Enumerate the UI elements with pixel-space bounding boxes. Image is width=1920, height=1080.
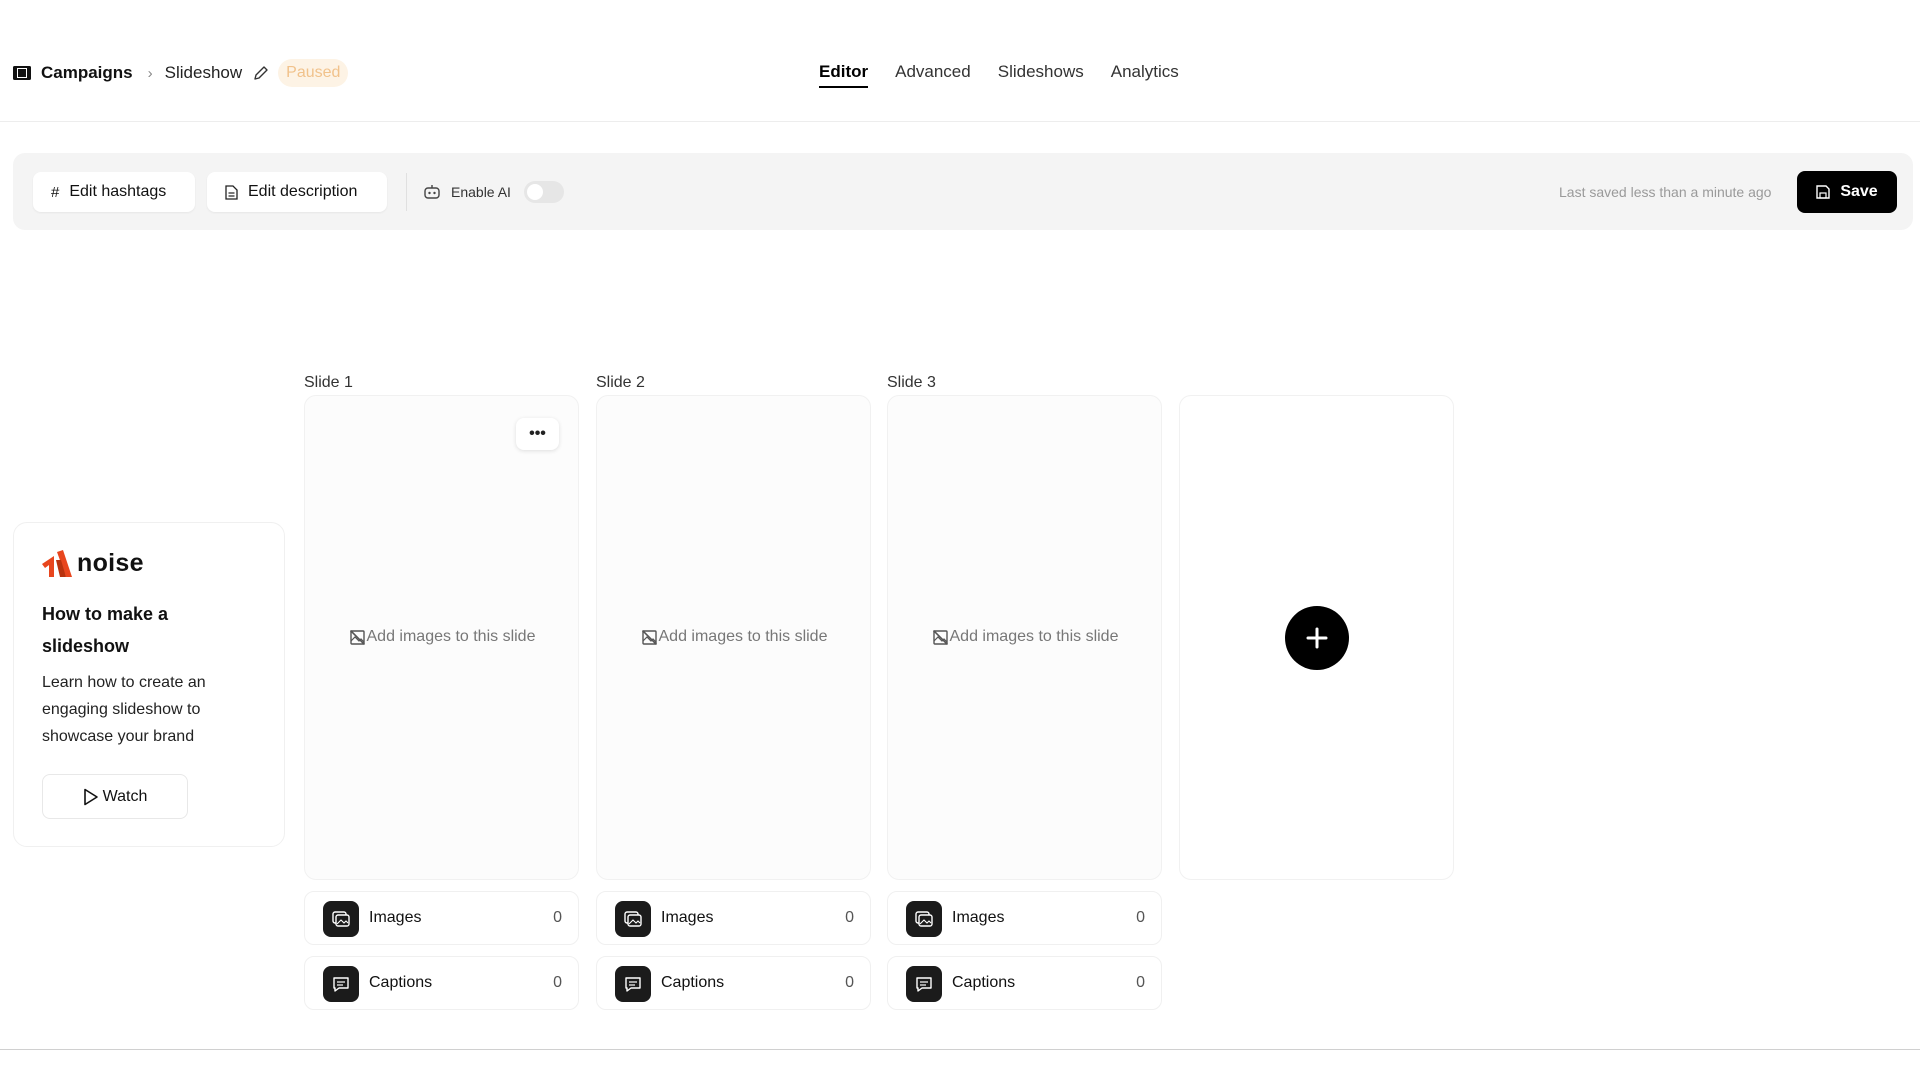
edit-description-label: Edit description [248, 183, 358, 200]
images-label: Images [369, 909, 422, 926]
image-off-icon [641, 629, 657, 645]
images-count: 0 [845, 909, 854, 926]
edit-hashtags-label: Edit hashtags [69, 183, 167, 200]
slide-card[interactable]: Add images to this slide [887, 395, 1162, 880]
image-off-icon [932, 629, 948, 645]
breadcrumb-current: Slideshow [164, 63, 243, 82]
noise-logo-icon [42, 549, 72, 577]
images-icon [323, 901, 359, 937]
captions-label: Captions [661, 974, 725, 991]
captions-count: 0 [553, 974, 562, 991]
add-images-label: Add images to this slide [658, 628, 828, 645]
slide-card[interactable]: Add images to this slide [596, 395, 871, 880]
save-label: Save [1840, 183, 1878, 200]
watch-button[interactable]: Watch [42, 774, 188, 819]
add-slide-button[interactable] [1285, 606, 1349, 670]
more-options-button[interactable]: ••• [516, 418, 559, 450]
add-images-prompt[interactable]: Add images to this slide [305, 628, 580, 646]
floppy-disk-icon [1816, 185, 1831, 199]
captions-label: Captions [952, 974, 1016, 991]
watch-label: Watch [102, 787, 148, 805]
play-icon [83, 788, 98, 805]
add-images-label: Add images to this slide [366, 628, 536, 645]
toolbar-divider [406, 173, 407, 211]
images-label: Images [952, 909, 1005, 926]
enable-ai-control: Enable AI [423, 181, 564, 203]
captions-label: Captions [369, 974, 433, 991]
hash-icon: # [51, 183, 60, 201]
editor-toolbar: # Edit hashtags Edit description Enable … [13, 153, 1913, 230]
film-icon [13, 66, 31, 80]
tutorial-card: noise How to make a slideshow Learn how … [13, 522, 285, 847]
tutorial-description: Learn how to create an engaging slidesho… [42, 674, 206, 745]
tab-analytics[interactable]: Analytics [1111, 62, 1179, 88]
enable-ai-label: Enable AI [451, 184, 511, 200]
tutorial-title: How to make a slideshow [42, 604, 169, 656]
image-off-icon [349, 629, 365, 645]
tab-editor[interactable]: Editor [819, 62, 869, 88]
tab-slideshows[interactable]: Slideshows [998, 62, 1084, 88]
chevron-right-icon: › [147, 64, 153, 82]
pencil-icon[interactable] [253, 65, 269, 81]
bottom-divider [0, 1049, 1920, 1050]
enable-ai-toggle[interactable] [523, 181, 564, 203]
captions-icon [906, 966, 942, 1002]
slide-card[interactable]: ••• Add images to this slide [304, 395, 579, 880]
brand-name: noise [77, 549, 144, 577]
save-button[interactable]: Save [1797, 171, 1897, 213]
robot-icon [424, 185, 440, 199]
slide-label: Slide 1 [304, 374, 353, 391]
top-bar: Campaigns › Slideshow Paused Editor Adva… [0, 0, 1920, 122]
images-stat[interactable]: Images 0 [596, 891, 871, 945]
slide-label: Slide 2 [596, 374, 645, 391]
status-badge: Paused [278, 59, 349, 87]
images-stat[interactable]: Images 0 [887, 891, 1162, 945]
captions-icon [615, 966, 651, 1002]
captions-count: 0 [1136, 974, 1145, 991]
images-icon [906, 901, 942, 937]
images-label: Images [661, 909, 714, 926]
breadcrumb-campaigns-link[interactable]: Campaigns [41, 63, 133, 83]
slide-label: Slide 3 [887, 374, 936, 391]
add-slide-card [1179, 395, 1454, 880]
last-saved-text: Last saved less than a minute ago [1559, 184, 1772, 200]
images-count: 0 [1136, 909, 1145, 926]
images-icon [615, 901, 651, 937]
breadcrumb: Campaigns › Slideshow Paused [13, 59, 349, 87]
captions-count: 0 [845, 974, 854, 991]
plus-icon [1306, 627, 1328, 649]
toggle-knob [526, 184, 543, 200]
tab-advanced[interactable]: Advanced [895, 62, 971, 88]
document-icon [225, 184, 238, 200]
edit-hashtags-button[interactable]: # Edit hashtags [33, 172, 195, 212]
images-stat[interactable]: Images 0 [304, 891, 579, 945]
captions-stat[interactable]: Captions 0 [304, 956, 579, 1010]
add-images-prompt[interactable]: Add images to this slide [888, 628, 1163, 646]
captions-icon [323, 966, 359, 1002]
edit-description-button[interactable]: Edit description [207, 172, 387, 212]
add-images-label: Add images to this slide [949, 628, 1119, 645]
main-tabs: Editor Advanced Slideshows Analytics [819, 62, 1179, 88]
brand-logo: noise [42, 549, 144, 578]
captions-stat[interactable]: Captions 0 [887, 956, 1162, 1010]
images-count: 0 [553, 909, 562, 926]
add-images-prompt[interactable]: Add images to this slide [597, 628, 872, 646]
captions-stat[interactable]: Captions 0 [596, 956, 871, 1010]
